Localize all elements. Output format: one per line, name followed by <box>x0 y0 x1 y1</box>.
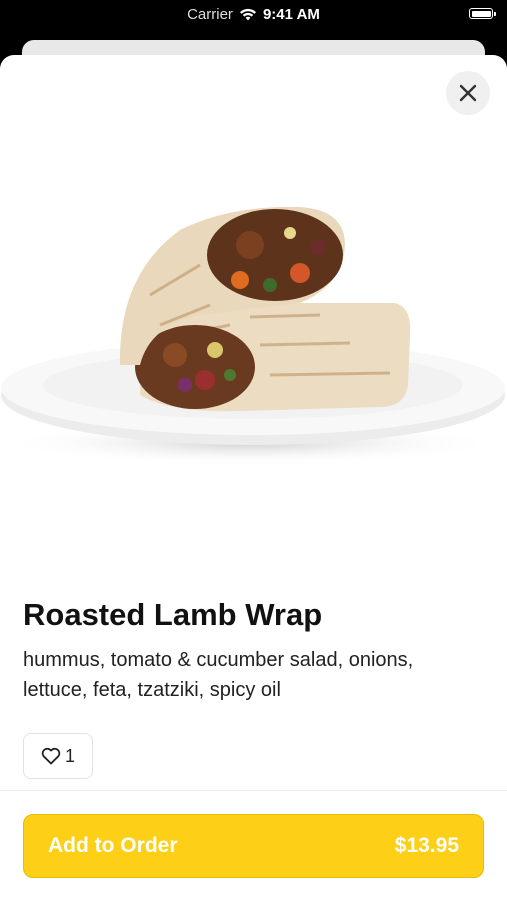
add-to-order-button[interactable]: Add to Order $13.95 <box>23 814 484 878</box>
item-detail-sheet: Roasted Lamb Wrap hummus, tomato & cucum… <box>0 55 507 900</box>
item-name: Roasted Lamb Wrap <box>23 597 323 632</box>
heart-icon <box>41 747 61 765</box>
item-description: hummus, tomato & cucumber salad, onions,… <box>23 649 414 701</box>
close-button[interactable] <box>446 71 490 115</box>
item-photo <box>0 206 505 465</box>
battery-icon <box>469 8 496 19</box>
add-to-order-label: Add to Order <box>48 834 178 857</box>
close-icon <box>459 84 477 102</box>
carrier-label: Carrier <box>187 6 233 23</box>
order-price: $13.95 <box>394 834 459 857</box>
like-button[interactable]: 1 <box>23 733 93 779</box>
divider <box>0 790 507 791</box>
status-bar: Carrier 9:41 AM <box>0 0 507 40</box>
like-count: 1 <box>64 745 75 766</box>
wifi-icon <box>239 8 256 21</box>
clock-time: 9:41 AM <box>262 6 320 23</box>
